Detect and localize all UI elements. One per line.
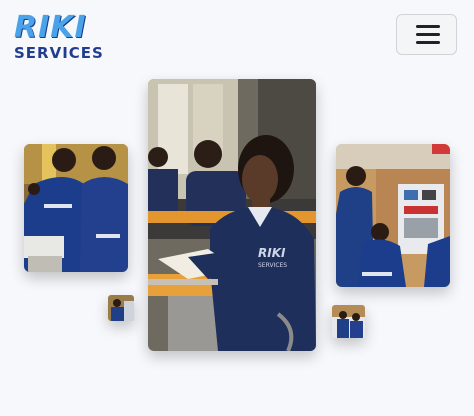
trainees-workshop-photo[interactable] [24, 144, 128, 272]
site-header: RIKI SERVICES [0, 0, 474, 70]
logo-subtext: SERVICES [14, 44, 104, 62]
small-thumbnail-right[interactable] [332, 305, 365, 338]
logo-text: RIKI [14, 10, 87, 45]
svg-text:RIKI: RIKI [258, 246, 286, 260]
brand-logo[interactable]: RIKI SERVICES [14, 10, 103, 63]
menu-toggle-button[interactable] [396, 14, 457, 55]
classroom-student-photo[interactable]: RIKI SERVICES [148, 79, 316, 351]
small-thumbnail-left[interactable] [108, 295, 134, 321]
svg-text:SERVICES: SERVICES [258, 262, 287, 269]
electrical-panel-training-photo[interactable] [336, 144, 450, 287]
